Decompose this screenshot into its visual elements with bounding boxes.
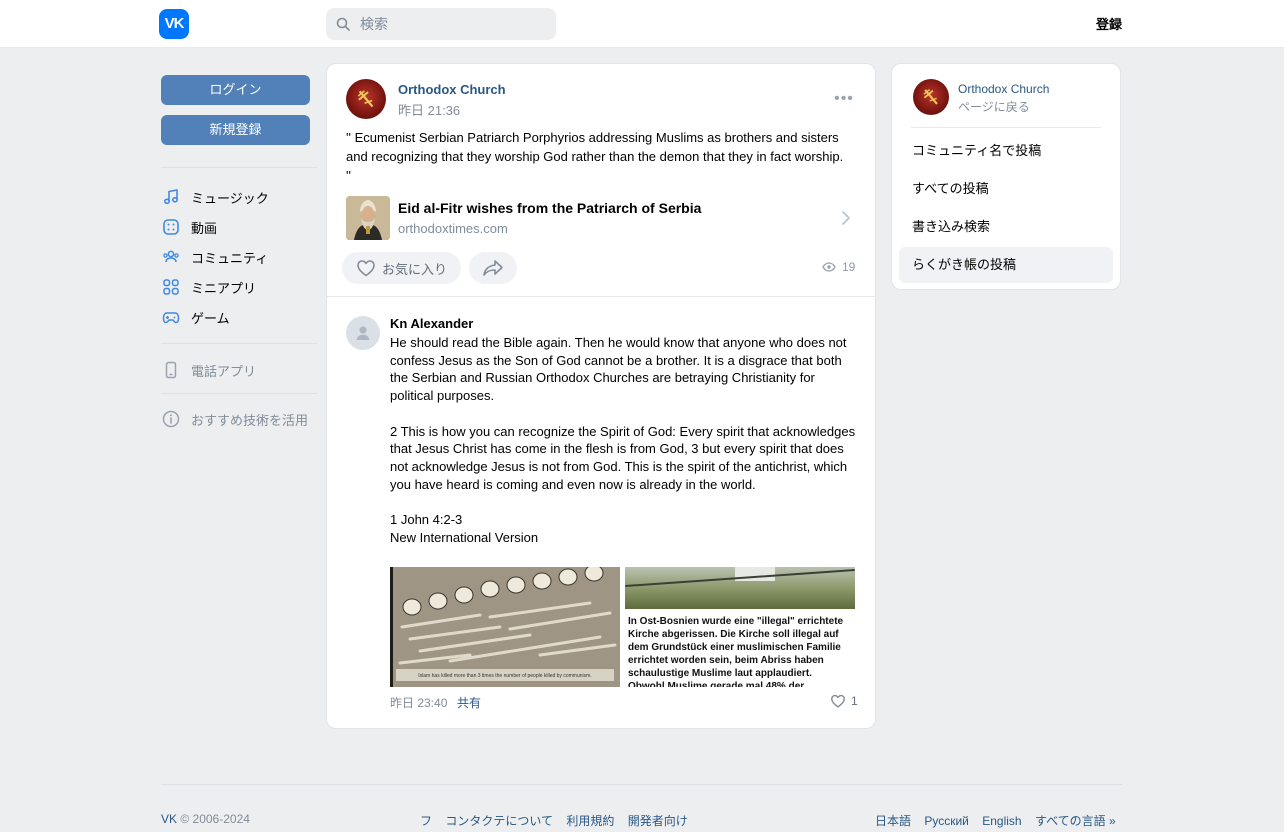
phone-icon: [161, 360, 181, 380]
sidebar-divider: [161, 167, 317, 168]
search-box[interactable]: [326, 8, 556, 40]
link-title[interactable]: Eid al-Fitr wishes from the Patriarch of…: [398, 200, 701, 216]
video-icon: [161, 217, 181, 237]
church-caption: In Ost-Bosnien wurde eine "illegal" erri…: [628, 616, 844, 687]
like-button[interactable]: お気に入り: [342, 252, 461, 284]
mini-apps-icon: [161, 277, 181, 297]
community-small-avatar[interactable]: [913, 79, 949, 115]
comment-timestamp[interactable]: 昨日 23:40: [390, 694, 447, 711]
comment-image-skulls[interactable]: Islam has killed more than 3 times the n…: [390, 567, 620, 687]
comment-paragraph: 1 John 4:2-3 New International Version: [390, 512, 539, 545]
chevron-right-icon[interactable]: [840, 210, 852, 226]
signup-button[interactable]: 新規登録: [161, 115, 310, 145]
heart-icon: [831, 694, 845, 708]
cross-icon: [923, 89, 938, 105]
login-button[interactable]: ログイン: [161, 75, 310, 105]
top-bar: VK 登録: [0, 0, 1284, 48]
footer-vk-link[interactable]: VK: [161, 812, 177, 826]
comment-author-link[interactable]: Kn Alexander: [390, 316, 473, 331]
like-label: お気に入り: [382, 261, 448, 277]
menu-item-community-posts[interactable]: コミュニティ名で投稿: [899, 133, 1113, 169]
post-divider: [326, 296, 876, 297]
info-icon: [161, 409, 181, 429]
back-to-page-link[interactable]: ページに戻る: [958, 98, 1030, 115]
eye-icon: [822, 262, 836, 272]
search-input[interactable]: [360, 8, 550, 40]
footer-link-developers[interactable]: 開発者向け: [628, 814, 688, 828]
footer-divider: [161, 784, 1122, 785]
comment-share-link[interactable]: 共有: [457, 694, 481, 711]
views-count: 19: [842, 260, 856, 274]
gamepad-icon: [161, 307, 181, 327]
link-thumbnail[interactable]: [346, 196, 390, 240]
heart-icon: [357, 260, 375, 277]
views-counter: 19: [822, 260, 855, 274]
language-russian[interactable]: Русский: [924, 814, 969, 828]
community-avatar[interactable]: [346, 79, 386, 119]
sidebar-item-label: 電話アプリ: [191, 363, 257, 379]
share-button[interactable]: [469, 252, 517, 284]
comment-text: He should read the Bible again. Then he …: [390, 334, 858, 546]
menu-divider: [911, 127, 1101, 128]
footer-link-terms[interactable]: 利用規約: [566, 814, 614, 828]
vk-logo[interactable]: VK: [159, 9, 189, 39]
footer-languages: 日本語 Русский English すべての言語 »: [875, 812, 1116, 829]
footer-link-about[interactable]: コンタクテについて: [445, 814, 553, 828]
search-icon: [336, 17, 350, 31]
comment-image-church[interactable]: In Ost-Bosnien wurde eine "illegal" erri…: [625, 567, 855, 687]
comment-paragraph: He should read the Bible again. Then he …: [390, 335, 847, 404]
share-icon: [483, 260, 503, 276]
sidebar-item-community[interactable]: コミュニティ: [161, 244, 317, 270]
music-icon: [161, 187, 181, 207]
sidebar-item-label: 動画: [191, 220, 218, 236]
sidebar-item-recommendations[interactable]: おすすめ技術を活用: [161, 406, 317, 432]
church-photo: [625, 567, 855, 609]
comment-like-button[interactable]: 1: [830, 694, 858, 708]
sidebar-item-label: コミュニティ: [191, 250, 269, 266]
post-timestamp[interactable]: 昨日 21:36: [398, 100, 460, 119]
sidebar-item-phone-app[interactable]: 電話アプリ: [161, 357, 317, 383]
community-name-link[interactable]: Orthodox Church: [958, 82, 1049, 96]
link-domain[interactable]: orthodoxtimes.com: [398, 221, 508, 236]
sidebar-item-games[interactable]: ゲーム: [161, 304, 317, 330]
comment-like-count: 1: [851, 694, 858, 708]
footer-links: フ コンタクテについて 利用規約 開発者向け: [420, 812, 698, 829]
footer-years: © 2006-2024: [180, 812, 250, 826]
language-all[interactable]: すべての言語 »: [1035, 814, 1116, 828]
footer-copyright: VK © 2006-2024: [161, 812, 250, 826]
user-placeholder-icon: [356, 326, 370, 340]
community-icon: [161, 247, 181, 267]
svg-text:Islam has killed more than 3 t: Islam has killed more than 3 times the n…: [418, 673, 591, 679]
sidebar-item-label: おすすめ技術を活用: [191, 412, 309, 428]
more-options-icon[interactable]: •••: [834, 90, 854, 108]
skulls-photo: Islam has killed more than 3 times the n…: [390, 567, 620, 687]
sidebar-item-video[interactable]: 動画: [161, 214, 317, 240]
comment-paragraph: 2 This is how you can recognize the Spir…: [390, 423, 856, 492]
sidebar-item-label: ミュージック: [191, 190, 269, 206]
menu-item-search-posts[interactable]: 書き込み検索: [899, 209, 1113, 245]
register-link[interactable]: 登録: [1080, 14, 1122, 33]
footer-link[interactable]: フ: [420, 814, 432, 828]
sidebar-item-label: ゲーム: [191, 310, 230, 326]
sidebar-divider: [161, 343, 317, 344]
menu-item-all-posts[interactable]: すべての投稿: [899, 171, 1113, 207]
post-text: '' Ecumenist Serbian Patriarch Porphyrio…: [346, 130, 844, 183]
cross-icon: [357, 90, 374, 108]
sidebar-item-label: ミニアプリ: [191, 280, 257, 296]
commenter-avatar[interactable]: [346, 316, 380, 350]
post-author-link[interactable]: Orthodox Church: [398, 82, 506, 97]
language-japanese[interactable]: 日本語: [875, 814, 911, 828]
menu-item-graffiti-posts[interactable]: らくがき帳の投稿: [899, 247, 1113, 283]
sidebar-item-mini-apps[interactable]: ミニアプリ: [161, 274, 317, 300]
sidebar-divider: [161, 393, 317, 394]
sidebar-item-music[interactable]: ミュージック: [161, 184, 317, 210]
language-english[interactable]: English: [982, 814, 1021, 828]
